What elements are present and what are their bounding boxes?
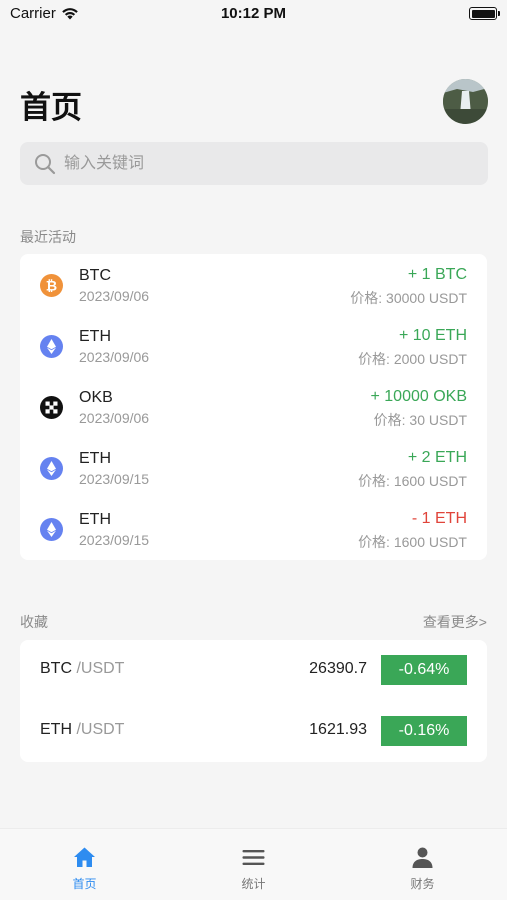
activity-date: 2023/09/06 [79,349,150,365]
price-change-badge: -0.64% [381,655,467,685]
pair-price: 26390.7 [309,660,367,677]
bitcoin-icon: ₿ [40,274,63,297]
activity-amount: + 10000 OKB [370,388,467,405]
pair-quote: /USDT [76,721,125,738]
favorite-row[interactable]: BTC /USDT 26390.7 -0.64% [20,640,487,701]
activity-date: 2023/09/15 [79,471,150,487]
coin-name: ETH [79,328,111,345]
activity-amount: + 2 ETH [407,449,467,466]
okb-icon [40,396,63,419]
ethereum-icon [40,518,63,541]
activity-row[interactable]: ETH 2023/09/06 + 10 ETH 价格: 2000 USDT [20,315,487,376]
recent-activity-heading: 最近活动 [20,229,76,245]
activity-amount: + 10 ETH [398,327,467,344]
tab-label: 首页 [72,877,97,891]
activity-price: 价格: 2000 USDT [358,351,467,367]
activity-row[interactable]: OKB 2023/09/06 + 10000 OKB 价格: 30 USDT [20,376,487,437]
ethereum-icon [40,335,63,358]
price-change-badge: -0.16% [381,716,467,746]
tab-label: 统计 [241,877,266,891]
favorite-row[interactable]: ETH /USDT 1621.93 -0.16% [20,701,487,762]
svg-text:₿: ₿ [46,279,57,295]
pair-quote: /USDT [76,660,125,677]
activity-row[interactable]: ETH 2023/09/15 + 2 ETH 价格: 1600 USDT [20,437,487,498]
coin-name: OKB [79,389,113,406]
pair-price: 1621.93 [309,721,367,738]
activity-date: 2023/09/06 [79,410,150,426]
coin-name: ETH [79,511,111,528]
see-more-link[interactable]: 查看更多> [423,612,487,632]
tab-finance[interactable]: 财务 [338,829,507,900]
activity-amount: + 1 BTC [407,266,467,283]
activity-row[interactable]: ₿ BTC 2023/09/06 + 1 BTC 价格: 30000 USDT [20,254,487,315]
tab-label: 财务 [410,877,435,891]
activity-date: 2023/09/06 [79,288,150,304]
coin-name: BTC [79,267,111,284]
trading-pair: ETH /USDT [40,721,124,739]
status-time: 10:12 PM [220,5,287,22]
activity-row[interactable]: ETH 2023/09/15 - 1 ETH 价格: 1600 USDT [20,498,487,559]
search-bar[interactable] [20,142,488,185]
activity-price: 价格: 30000 USDT [350,290,467,306]
recent-activity-list: ₿ BTC 2023/09/06 + 1 BTC 价格: 30000 USDT … [20,254,487,560]
tab-bar: 首页 统计 财务 [0,828,507,900]
activity-price: 价格: 30 USDT [373,412,467,428]
home-icon [74,847,95,867]
favorites-heading: 收藏 [20,614,48,630]
pair-base: ETH [40,721,72,738]
search-input[interactable] [64,142,474,185]
avatar-image [443,79,488,124]
avatar[interactable] [443,79,488,124]
search-icon [35,154,56,175]
tab-home[interactable]: 首页 [0,829,169,900]
coin-name: ETH [79,450,111,467]
favorites-list: BTC /USDT 26390.7 -0.64% ETH /USDT 1621.… [20,640,487,762]
battery-icon [469,7,500,20]
menu-icon [242,850,265,865]
pair-base: BTC [40,660,72,677]
ethereum-icon [40,457,63,480]
tab-statistics[interactable]: 统计 [169,829,338,900]
battery-level [471,9,495,18]
activity-amount: - 1 ETH [411,510,467,527]
status-bar: Carrier 10:12 PM [0,0,507,28]
person-icon [412,847,433,868]
activity-price: 价格: 1600 USDT [358,473,467,489]
activity-date: 2023/09/15 [79,532,150,548]
activity-price: 价格: 1600 USDT [358,534,467,550]
trading-pair: BTC /USDT [40,660,124,678]
page-title: 首页 [20,90,82,125]
